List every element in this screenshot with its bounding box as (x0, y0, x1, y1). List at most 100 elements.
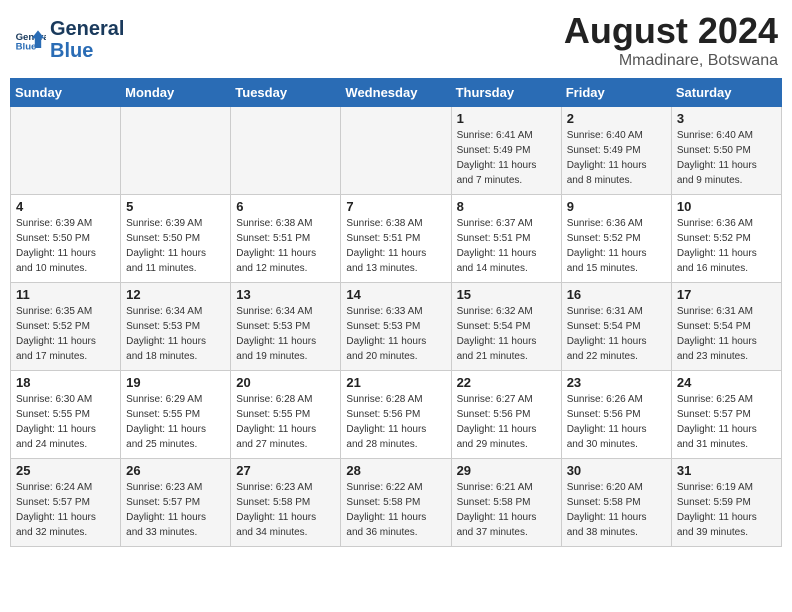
day-info: Sunrise: 6:32 AM Sunset: 5:54 PM Dayligh… (457, 304, 556, 364)
day-info: Sunrise: 6:22 AM Sunset: 5:58 PM Dayligh… (346, 480, 445, 540)
calendar-cell: 29 Sunrise: 6:21 AM Sunset: 5:58 PM Dayli… (451, 459, 561, 547)
calendar-cell: 6 Sunrise: 6:38 AM Sunset: 5:51 PM Daylig… (231, 195, 341, 283)
day-number: 21 (346, 375, 445, 390)
calendar-cell: 1 Sunrise: 6:41 AM Sunset: 5:49 PM Daylig… (451, 107, 561, 195)
location-subtitle: Mmadinare, Botswana (564, 52, 778, 70)
calendar-header-saturday: Saturday (671, 79, 781, 107)
calendar-cell: 8 Sunrise: 6:37 AM Sunset: 5:51 PM Daylig… (451, 195, 561, 283)
day-info: Sunrise: 6:26 AM Sunset: 5:56 PM Dayligh… (567, 392, 666, 452)
day-number: 14 (346, 287, 445, 302)
day-number: 5 (126, 199, 225, 214)
day-info: Sunrise: 6:21 AM Sunset: 5:58 PM Dayligh… (457, 480, 556, 540)
day-number: 11 (16, 287, 115, 302)
day-info: Sunrise: 6:20 AM Sunset: 5:58 PM Dayligh… (567, 480, 666, 540)
title-block: August 2024 Mmadinare, Botswana (564, 10, 778, 70)
calendar-cell: 30 Sunrise: 6:20 AM Sunset: 5:58 PM Dayli… (561, 459, 671, 547)
day-number: 12 (126, 287, 225, 302)
calendar-cell: 13 Sunrise: 6:34 AM Sunset: 5:53 PM Dayli… (231, 283, 341, 371)
day-number: 16 (567, 287, 666, 302)
calendar-cell (121, 107, 231, 195)
calendar-cell: 7Sunrise: 6:38 AM Sunset: 5:51 PM Daylig… (341, 195, 451, 283)
calendar-cell: 16 Sunrise: 6:31 AM Sunset: 5:54 PM Dayli… (561, 283, 671, 371)
calendar-cell: 23 Sunrise: 6:26 AM Sunset: 5:56 PM Dayli… (561, 371, 671, 459)
day-number: 27 (236, 463, 335, 478)
day-number: 29 (457, 463, 556, 478)
day-info: Sunrise: 6:38 AM Sunset: 5:51 PM Dayligh… (236, 216, 335, 276)
calendar-cell (341, 107, 451, 195)
day-number: 13 (236, 287, 335, 302)
day-info: Sunrise: 6:25 AM Sunset: 5:57 PM Dayligh… (677, 392, 776, 452)
day-info: Sunrise: 6:40 AM Sunset: 5:50 PM Dayligh… (677, 128, 776, 188)
calendar-cell (231, 107, 341, 195)
day-number: 17 (677, 287, 776, 302)
calendar-cell: 22Sunrise: 6:27 AM Sunset: 5:56 PM Dayli… (451, 371, 561, 459)
day-number: 24 (677, 375, 776, 390)
calendar-cell: 17 Sunrise: 6:31 AM Sunset: 5:54 PM Dayli… (671, 283, 781, 371)
day-info: Sunrise: 6:23 AM Sunset: 5:57 PM Dayligh… (126, 480, 225, 540)
calendar-cell: 14 Sunrise: 6:33 AM Sunset: 5:53 PM Dayli… (341, 283, 451, 371)
day-number: 20 (236, 375, 335, 390)
page-header: General Blue General Blue August 2024 Mm… (10, 10, 782, 70)
day-number: 3 (677, 111, 776, 126)
logo-text: General Blue (50, 18, 124, 62)
day-number: 15 (457, 287, 556, 302)
day-info: Sunrise: 6:37 AM Sunset: 5:51 PM Dayligh… (457, 216, 556, 276)
day-number: 26 (126, 463, 225, 478)
day-number: 31 (677, 463, 776, 478)
day-number: 23 (567, 375, 666, 390)
day-number: 1 (457, 111, 556, 126)
calendar-cell: 15 Sunrise: 6:32 AM Sunset: 5:54 PM Dayli… (451, 283, 561, 371)
calendar-cell: 9 Sunrise: 6:36 AM Sunset: 5:52 PM Daylig… (561, 195, 671, 283)
calendar-cell: 19 Sunrise: 6:29 AM Sunset: 5:55 PM Dayli… (121, 371, 231, 459)
calendar-cell: 28 Sunrise: 6:22 AM Sunset: 5:58 PM Dayli… (341, 459, 451, 547)
day-info: Sunrise: 6:19 AM Sunset: 5:59 PM Dayligh… (677, 480, 776, 540)
calendar-cell: 20 Sunrise: 6:28 AM Sunset: 5:55 PM Dayli… (231, 371, 341, 459)
day-number: 28 (346, 463, 445, 478)
day-number: 9 (567, 199, 666, 214)
calendar-cell: 25 Sunrise: 6:24 AM Sunset: 5:57 PM Dayli… (11, 459, 121, 547)
day-number: 25 (16, 463, 115, 478)
calendar-header-monday: Monday (121, 79, 231, 107)
day-info: Sunrise: 6:36 AM Sunset: 5:52 PM Dayligh… (567, 216, 666, 276)
calendar-cell: 21 Sunrise: 6:28 AM Sunset: 5:56 PM Dayli… (341, 371, 451, 459)
logo: General Blue General Blue (14, 18, 124, 62)
day-info: Sunrise: 6:34 AM Sunset: 5:53 PM Dayligh… (236, 304, 335, 364)
calendar-cell: 5 Sunrise: 6:39 AM Sunset: 5:50 PM Daylig… (121, 195, 231, 283)
day-info: Sunrise: 6:28 AM Sunset: 5:56 PM Dayligh… (346, 392, 445, 452)
day-info: Sunrise: 6:24 AM Sunset: 5:57 PM Dayligh… (16, 480, 115, 540)
month-year-title: August 2024 (564, 10, 778, 52)
day-number: 18 (16, 375, 115, 390)
calendar-cell: 12 Sunrise: 6:34 AM Sunset: 5:53 PM Dayli… (121, 283, 231, 371)
day-number: 30 (567, 463, 666, 478)
calendar-cell: 31 Sunrise: 6:19 AM Sunset: 5:59 PM Dayli… (671, 459, 781, 547)
calendar-cell: 27 Sunrise: 6:23 AM Sunset: 5:58 PM Dayli… (231, 459, 341, 547)
day-info: Sunrise: 6:39 AM Sunset: 5:50 PM Dayligh… (126, 216, 225, 276)
day-number: 22 (457, 375, 556, 390)
calendar-table: SundayMondayTuesdayWednesdayThursdayFrid… (10, 78, 782, 547)
day-info: Sunrise: 6:31 AM Sunset: 5:54 PM Dayligh… (567, 304, 666, 364)
svg-text:Blue: Blue (16, 42, 37, 53)
calendar-header-wednesday: Wednesday (341, 79, 451, 107)
calendar-cell: 11Sunrise: 6:35 AM Sunset: 5:52 PM Dayli… (11, 283, 121, 371)
day-info: Sunrise: 6:28 AM Sunset: 5:55 PM Dayligh… (236, 392, 335, 452)
day-number: 8 (457, 199, 556, 214)
day-info: Sunrise: 6:41 AM Sunset: 5:49 PM Dayligh… (457, 128, 556, 188)
calendar-cell: 10Sunrise: 6:36 AM Sunset: 5:52 PM Dayli… (671, 195, 781, 283)
day-number: 19 (126, 375, 225, 390)
day-number: 2 (567, 111, 666, 126)
calendar-cell: 2 Sunrise: 6:40 AM Sunset: 5:49 PM Daylig… (561, 107, 671, 195)
day-number: 6 (236, 199, 335, 214)
calendar-cell: 3 Sunrise: 6:40 AM Sunset: 5:50 PM Daylig… (671, 107, 781, 195)
calendar-cell: 26 Sunrise: 6:23 AM Sunset: 5:57 PM Dayli… (121, 459, 231, 547)
day-info: Sunrise: 6:29 AM Sunset: 5:55 PM Dayligh… (126, 392, 225, 452)
day-info: Sunrise: 6:33 AM Sunset: 5:53 PM Dayligh… (346, 304, 445, 364)
day-info: Sunrise: 6:30 AM Sunset: 5:55 PM Dayligh… (16, 392, 115, 452)
day-info: Sunrise: 6:34 AM Sunset: 5:53 PM Dayligh… (126, 304, 225, 364)
day-info: Sunrise: 6:23 AM Sunset: 5:58 PM Dayligh… (236, 480, 335, 540)
day-info: Sunrise: 6:40 AM Sunset: 5:49 PM Dayligh… (567, 128, 666, 188)
day-info: Sunrise: 6:31 AM Sunset: 5:54 PM Dayligh… (677, 304, 776, 364)
day-number: 7 (346, 199, 445, 214)
calendar-cell: 18 Sunrise: 6:30 AM Sunset: 5:55 PM Dayli… (11, 371, 121, 459)
calendar-header-friday: Friday (561, 79, 671, 107)
calendar-cell: 4Sunrise: 6:39 AM Sunset: 5:50 PM Daylig… (11, 195, 121, 283)
